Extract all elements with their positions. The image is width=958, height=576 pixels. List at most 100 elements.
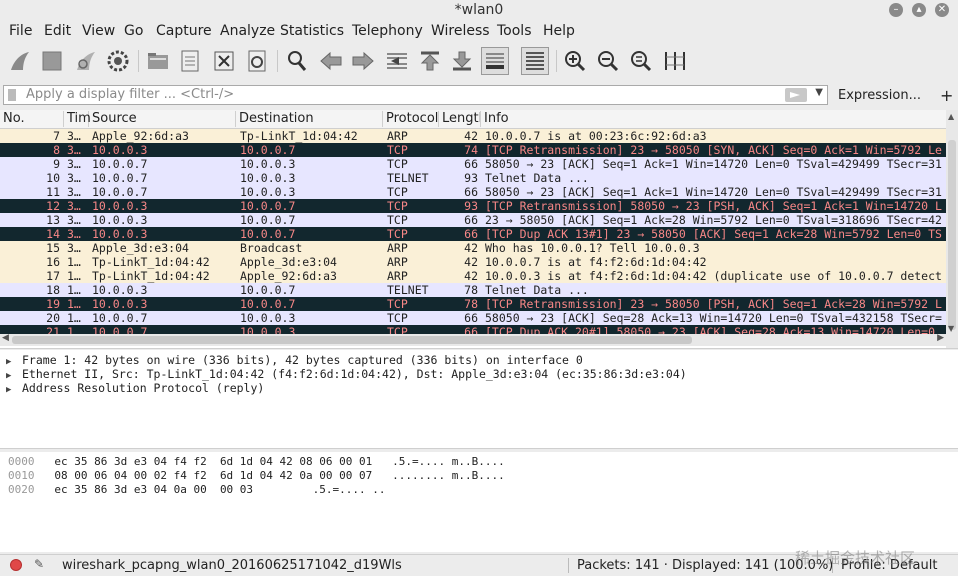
menu-statistics[interactable]: Statistics — [280, 23, 344, 39]
watermark: 稀土掘金技术社区 — [795, 549, 916, 567]
horizontal-scrollbar[interactable]: ◀ ▶ — [0, 333, 946, 346]
menu-wireless[interactable]: Wireless — [431, 23, 490, 39]
zoom-out-icon — [598, 51, 619, 72]
col-length[interactable]: Length — [439, 111, 481, 127]
packet-row[interactable]: 14 3… 10.0.0.3 10.0.0.7 TCP 66 [TCP Dup ACK 13… — [0, 227, 946, 241]
add-filter-button[interactable]: + — [940, 86, 953, 105]
packet-row[interactable]: 17 1… Tp-LinkT_1d:04:42 Apple_92:6d:a3 ARP 42… — [0, 269, 946, 283]
packet-row[interactable]: 7 3… Apple_92:6d:a3 Tp-LinkT_1d:04:42 ARP 42 1… — [0, 129, 946, 143]
packet-bytes-pane[interactable]: 0000 ec 35 86 3d e3 04 f4 f2 6d 1d 04 42… — [0, 452, 958, 552]
detail-frame[interactable]: ▶ Frame 1: 42 bytes on wire (336 bits), 4… — [6, 353, 583, 367]
colorize-button[interactable] — [521, 47, 549, 75]
resize-columns-button[interactable] — [661, 47, 689, 75]
detail-ethernet[interactable]: ▶ Ethernet II, Src: Tp-LinkT_1d:04:42 (f4… — [6, 367, 687, 381]
packet-cell-dst: Tp-LinkT_1d:04:42 — [240, 129, 358, 143]
scroll-up-icon[interactable]: ▲ — [948, 112, 954, 121]
start-capture-button[interactable] — [6, 47, 34, 75]
menu-capture[interactable]: Capture — [156, 23, 212, 39]
first-packet-button[interactable] — [416, 47, 444, 75]
packet-cell-no: 19 — [46, 297, 60, 311]
packet-row[interactable]: 19 1… 10.0.0.3 10.0.0.7 TCP 78 [TCP Retransmis… — [0, 297, 946, 311]
expand-arrow-icon[interactable]: ▶ — [6, 371, 22, 381]
stop-capture-button[interactable] — [38, 47, 66, 75]
scroll-left-icon[interactable]: ◀ — [2, 333, 9, 343]
auto-scroll-button[interactable] — [481, 47, 509, 75]
capture-comment-icon[interactable]: ✎ — [34, 557, 44, 571]
display-filter-input[interactable]: Apply a display filter ... <Ctrl-/> ▼ — [3, 85, 828, 105]
go-back-button[interactable] — [317, 47, 345, 75]
packet-row[interactable]: 16 1… Tp-LinkT_1d:04:42 Apple_3d:e3:04 ARP 42… — [0, 255, 946, 269]
packet-cell-src: Apple_92:6d:a3 — [92, 129, 189, 143]
packet-cell-time: 3… — [67, 213, 81, 227]
apply-filter-button[interactable] — [785, 88, 807, 102]
packet-row[interactable]: 18 1… 10.0.0.3 10.0.0.7 TELNET 78 Telnet Data … — [0, 283, 946, 297]
close-file-button[interactable] — [210, 47, 238, 75]
capture-options-button[interactable] — [104, 47, 132, 75]
expert-info-icon[interactable] — [10, 559, 22, 571]
expression-button[interactable]: Expression... — [838, 88, 921, 103]
zoom-in-button[interactable] — [561, 47, 589, 75]
open-file-button[interactable] — [144, 47, 172, 75]
packet-details-pane[interactable]: ▶ Frame 1: 42 bytes on wire (336 bits), 4… — [0, 350, 958, 448]
packet-cell-info: 10.0.0.7 is at 00:23:6c:92:6d:a3 — [485, 129, 707, 143]
packet-cell-no: 15 — [46, 241, 60, 255]
find-packet-button[interactable] — [283, 47, 311, 75]
save-file-button[interactable] — [176, 47, 204, 75]
reload-file-button[interactable] — [243, 47, 271, 75]
packet-row[interactable]: 11 3… 10.0.0.7 10.0.0.3 TCP 66 58050 → 23 [ACK… — [0, 185, 946, 199]
packet-cell-src: 10.0.0.3 — [92, 227, 148, 241]
scroll-thumb[interactable] — [948, 140, 956, 330]
menu-edit[interactable]: Edit — [44, 23, 71, 39]
packet-cell-dst: 10.0.0.7 — [240, 199, 296, 213]
packet-row[interactable]: 20 1… 10.0.0.7 10.0.0.3 TCP 66 58050 → 23 [ACK… — [0, 311, 946, 325]
scroll-down-icon[interactable]: ▼ — [948, 324, 954, 333]
zoom-out-button[interactable] — [594, 47, 622, 75]
packet-row[interactable]: 13 3… 10.0.0.3 10.0.0.7 TCP 66 23 → 58050 [ACK… — [0, 213, 946, 227]
packet-row[interactable]: 12 3… 10.0.0.3 10.0.0.7 TCP 93 [TCP Retransmis… — [0, 199, 946, 213]
packet-list[interactable]: No. Tim Source Destination Protocol Leng… — [0, 110, 958, 348]
restart-capture-button[interactable] — [72, 47, 100, 75]
menu-tools[interactable]: Tools — [497, 23, 532, 39]
expand-arrow-icon[interactable]: ▶ — [6, 357, 22, 367]
detail-arp[interactable]: ▶ Address Resolution Protocol (reply) — [6, 381, 264, 395]
packet-row[interactable]: 10 3… 10.0.0.7 10.0.0.3 TELNET 93 Telnet Data … — [0, 171, 946, 185]
packet-cell-info: Telnet Data ... — [485, 283, 589, 297]
col-time[interactable]: Tim — [64, 111, 91, 127]
packet-cell-src: 10.0.0.3 — [92, 213, 148, 227]
col-no[interactable]: No. — [0, 111, 64, 127]
packet-cell-proto: ARP — [387, 269, 408, 283]
bookmark-icon[interactable] — [8, 89, 16, 101]
menu-file[interactable]: File — [9, 23, 32, 39]
last-packet-button[interactable] — [448, 47, 476, 75]
packet-cell-len: 93 — [464, 199, 478, 213]
go-forward-button[interactable] — [349, 47, 377, 75]
col-protocol[interactable]: Protocol — [383, 111, 439, 127]
expand-arrow-icon[interactable]: ▶ — [6, 385, 22, 395]
chevron-down-icon[interactable]: ▼ — [815, 87, 823, 98]
col-source[interactable]: Source — [89, 111, 236, 127]
scroll-thumb[interactable] — [12, 336, 692, 344]
close-window-button[interactable]: ✕ — [935, 3, 949, 17]
vertical-scrollbar[interactable]: ▲ ▼ — [946, 110, 958, 348]
bytes-row: 0010 08 00 06 04 00 02 f4 f2 6d 1d 04 42… — [8, 469, 505, 482]
col-destination[interactable]: Destination — [236, 111, 383, 127]
zoom-normal-button[interactable] — [627, 47, 655, 75]
col-info[interactable]: Info — [481, 111, 946, 127]
packet-cell-time: 3… — [67, 185, 81, 199]
close-icon: ✕ — [937, 4, 947, 15]
menu-view[interactable]: View — [82, 23, 115, 39]
packet-row[interactable]: 9 3… 10.0.0.7 10.0.0.3 TCP 66 58050 → 23 [ACK]… — [0, 157, 946, 171]
go-to-packet-button[interactable] — [383, 47, 411, 75]
minimize-button[interactable]: – — [889, 3, 903, 17]
menu-help[interactable]: Help — [543, 23, 575, 39]
packet-cell-dst: 10.0.0.3 — [240, 171, 296, 185]
menu-telephony[interactable]: Telephony — [352, 23, 423, 39]
packet-cell-proto: TELNET — [387, 283, 429, 297]
packet-row[interactable]: 15 3… Apple_3d:e3:04 Broadcast ARP 42 Who has … — [0, 241, 946, 255]
menu-analyze[interactable]: Analyze — [220, 23, 275, 39]
menu-go[interactable]: Go — [124, 23, 143, 39]
packet-list-header: No. Tim Source Destination Protocol Leng… — [0, 110, 946, 129]
scroll-right-icon[interactable]: ▶ — [937, 333, 944, 343]
maximize-button[interactable]: ▴ — [912, 3, 926, 17]
packet-row[interactable]: 8 3… 10.0.0.3 10.0.0.7 TCP 74 [TCP Retransmiss… — [0, 143, 946, 157]
